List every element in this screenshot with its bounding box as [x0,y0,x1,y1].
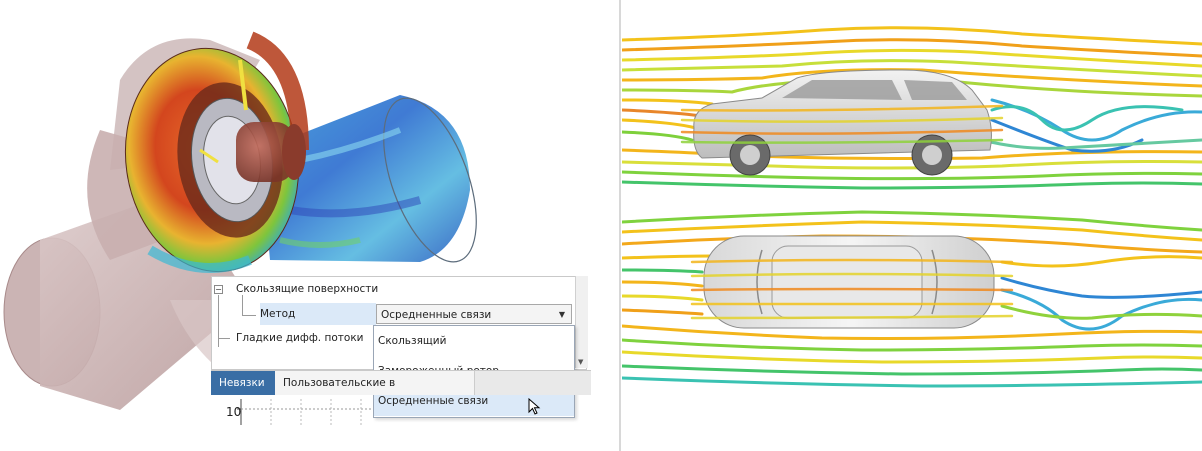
scroll-down-icon[interactable]: ▼ [578,358,583,366]
turbine-cfd-image: − Скользящие поверхности Метод Гладкие д… [0,0,618,451]
image-divider [619,0,621,451]
tab-residuals[interactable]: Невязки [211,371,275,395]
car-streamlines-image [622,0,1202,451]
method-combobox[interactable]: Осредненные связи ▼ [376,304,572,324]
chevron-down-icon[interactable]: ▼ [559,305,565,325]
tree-line [218,295,219,347]
car-top-view [703,235,995,329]
method-label-overlay: Метод [260,308,296,320]
tree-line [242,315,256,316]
tab-user-variables[interactable]: Пользовательские в [275,371,475,395]
y-axis-tick-label: 10 [226,405,242,419]
tree-line [218,338,230,339]
minus-expander-icon[interactable]: − [214,285,223,294]
group-sliding-surfaces[interactable]: Скользящие поверхности [236,278,536,300]
results-tabs: Невязки Пользовательские в [211,370,591,395]
mouse-pointer-icon [528,398,541,415]
property-grid-scrollbar[interactable]: ▼ [575,276,588,368]
car-streamline-render [622,26,1202,388]
method-combobox-value: Осредненные связи [381,309,492,321]
smooth-flows-label: Гладкие дифф. потоки [236,332,364,344]
dropdown-option-sliding[interactable]: Скользящий [374,326,574,356]
